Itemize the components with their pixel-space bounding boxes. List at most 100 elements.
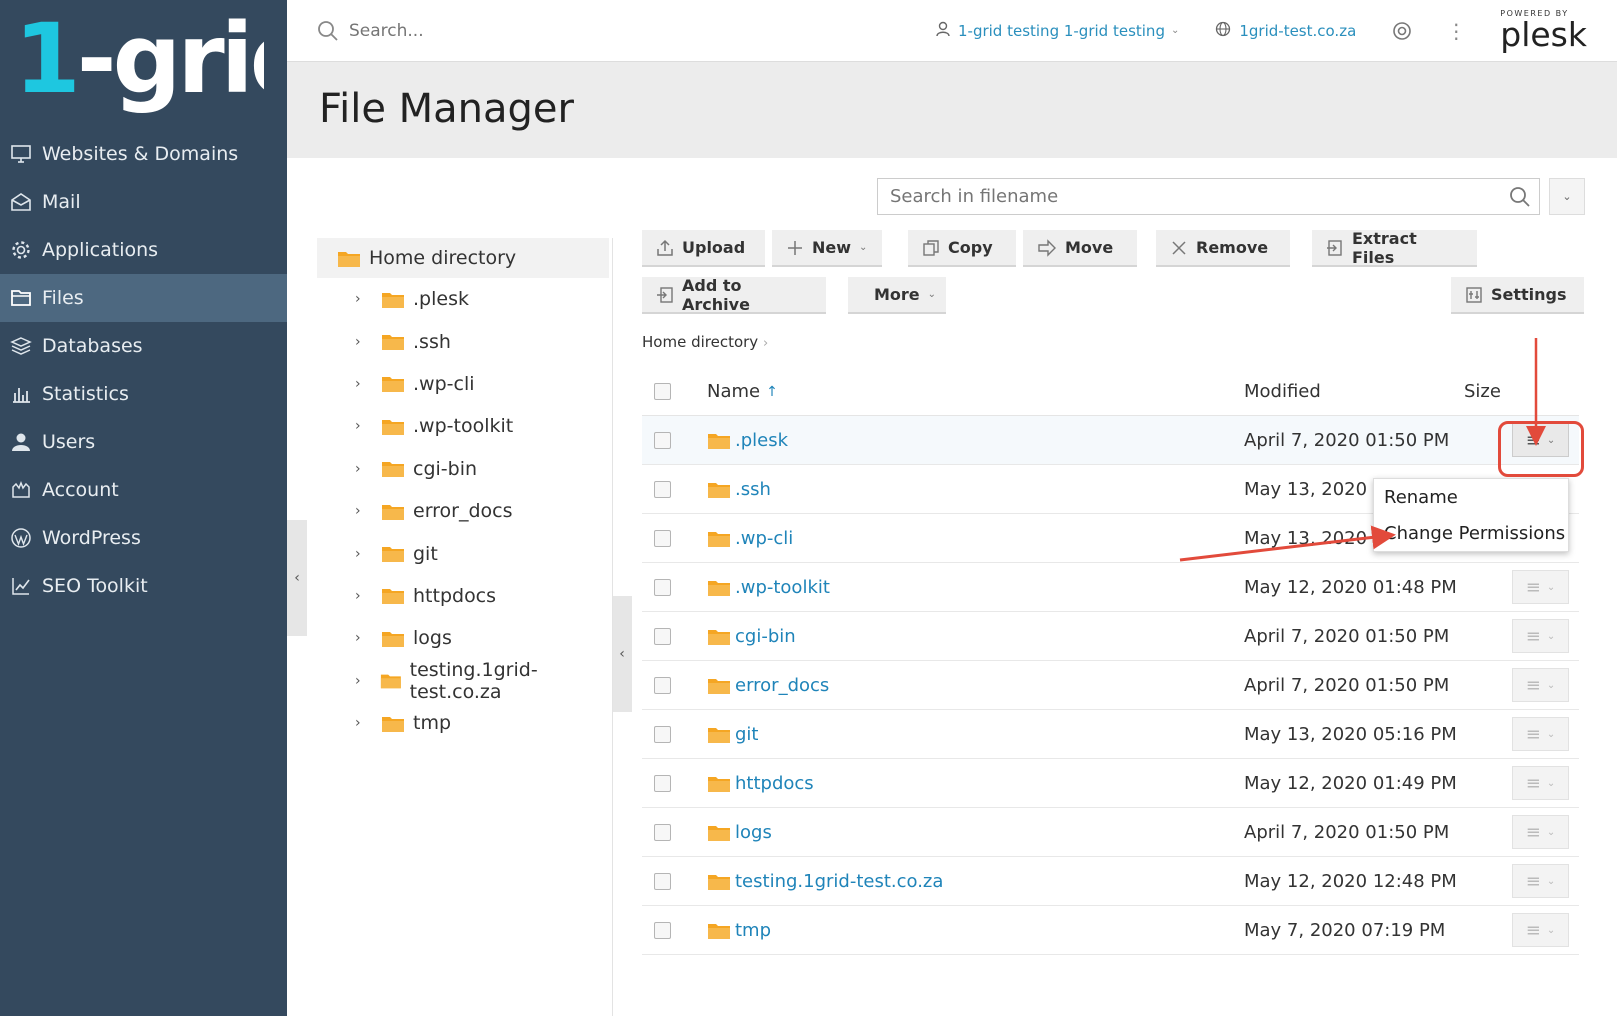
row-checkbox[interactable] <box>654 872 671 890</box>
size-column-header[interactable]: Size <box>1464 381 1544 402</box>
tree-item[interactable]: › logs <box>317 617 609 659</box>
table-row[interactable]: logs April 7, 2020 01:50 PM ≡ ⌄ <box>642 808 1579 857</box>
row-menu-button[interactable]: ≡ ⌄ <box>1512 619 1569 653</box>
row-checkbox[interactable] <box>654 725 671 743</box>
sidebar-item-files[interactable]: Files <box>0 274 287 322</box>
change-permissions-menu-item[interactable]: Change Permissions <box>1374 515 1568 551</box>
row-checkbox[interactable] <box>654 921 671 939</box>
more-vertical-icon[interactable]: ⋮ <box>1446 21 1466 41</box>
chevron-right-icon[interactable]: › <box>355 291 367 307</box>
tree-item[interactable]: › error_docs <box>317 490 609 532</box>
tree-item[interactable]: › cgi-bin <box>317 448 609 490</box>
name-column-header[interactable]: Name ↑ <box>707 381 1244 402</box>
table-row[interactable]: .wp-toolkit May 12, 2020 01:48 PM ≡ ⌄ <box>642 563 1579 612</box>
file-name-link[interactable]: .wp-cli <box>735 528 793 549</box>
modified-column-header[interactable]: Modified <box>1244 381 1464 402</box>
move-button[interactable]: Move <box>1023 230 1137 267</box>
chevron-right-icon[interactable]: › <box>355 461 367 477</box>
row-menu-button[interactable]: ≡ ⌄ <box>1512 815 1569 849</box>
domain-link[interactable]: 1grid-test.co.za <box>1215 21 1356 41</box>
tree-item[interactable]: › git <box>317 532 609 574</box>
chevron-right-icon[interactable]: › <box>355 503 367 519</box>
filename-search[interactable] <box>877 178 1540 215</box>
breadcrumb-home[interactable]: Home directory <box>642 333 758 351</box>
table-row[interactable]: tmp May 7, 2020 07:19 PM ≡ ⌄ <box>642 906 1579 955</box>
chevron-right-icon[interactable]: › <box>355 673 366 689</box>
sidebar-item-wordpress[interactable]: WordPress <box>0 514 287 562</box>
upload-button[interactable]: Upload <box>642 230 765 267</box>
file-name-link[interactable]: cgi-bin <box>735 626 796 647</box>
chevron-right-icon[interactable]: › <box>355 418 367 434</box>
tree-item[interactable]: › .plesk <box>317 278 609 320</box>
new-button[interactable]: New ⌄ <box>772 230 882 267</box>
row-menu-button[interactable]: ≡ ⌄ <box>1512 717 1569 751</box>
tree-item[interactable]: › .wp-cli <box>317 363 609 405</box>
more-button[interactable]: More ⌄ <box>848 277 946 314</box>
sidebar-item-users[interactable]: Users <box>0 418 287 466</box>
table-row[interactable]: httpdocs May 12, 2020 01:49 PM ≡ ⌄ <box>642 759 1579 808</box>
file-name-link[interactable]: testing.1grid-test.co.za <box>735 871 943 892</box>
chevron-right-icon[interactable]: › <box>355 715 367 731</box>
tree-item[interactable]: › testing.1grid-test.co.za <box>317 659 609 703</box>
file-name-link[interactable]: .plesk <box>735 430 788 451</box>
global-search[interactable] <box>317 20 577 42</box>
row-checkbox[interactable] <box>654 578 671 596</box>
row-checkbox[interactable] <box>654 774 671 792</box>
collapse-tree-button[interactable]: ‹ <box>612 596 632 712</box>
file-name-link[interactable]: .wp-toolkit <box>735 577 830 598</box>
global-search-input[interactable] <box>349 20 549 41</box>
row-checkbox[interactable] <box>654 480 671 498</box>
sidebar-item-account[interactable]: Account <box>0 466 287 514</box>
remove-button[interactable]: Remove <box>1156 230 1290 267</box>
brand-logo[interactable]: 1-grid <box>0 0 318 130</box>
row-checkbox[interactable] <box>654 823 671 841</box>
rename-menu-item[interactable]: Rename <box>1374 479 1568 515</box>
row-checkbox[interactable] <box>654 627 671 645</box>
tree-root[interactable]: Home directory <box>317 238 609 278</box>
collapse-sidebar-button[interactable]: ‹ <box>287 520 307 636</box>
user-menu[interactable]: 1-grid testing 1-grid testing ⌄ <box>936 21 1179 41</box>
tree-item[interactable]: › .wp-toolkit <box>317 405 609 447</box>
table-row[interactable]: .plesk April 7, 2020 01:50 PM ≡ ⌄ <box>642 416 1579 465</box>
tree-item[interactable]: › .ssh <box>317 320 609 362</box>
sidebar-item-seo-toolkit[interactable]: SEO Toolkit <box>0 562 287 610</box>
filename-search-input[interactable] <box>878 186 1509 207</box>
row-checkbox[interactable] <box>654 431 671 449</box>
chevron-right-icon[interactable]: › <box>355 546 367 562</box>
search-options-button[interactable]: ⌄ <box>1549 178 1585 215</box>
settings-button[interactable]: Settings <box>1451 277 1584 314</box>
tree-item[interactable]: › httpdocs <box>317 575 609 617</box>
add-to-archive-button[interactable]: Add to Archive <box>642 276 826 314</box>
chevron-right-icon[interactable]: › <box>355 334 367 350</box>
sidebar-item-websites-domains[interactable]: Websites & Domains <box>0 130 287 178</box>
row-menu-button[interactable]: ≡ ⌄ <box>1512 570 1569 604</box>
sidebar-item-statistics[interactable]: Statistics <box>0 370 287 418</box>
table-row[interactable]: git May 13, 2020 05:16 PM ≡ ⌄ <box>642 710 1579 759</box>
help-icon[interactable] <box>1392 21 1412 41</box>
file-name-link[interactable]: logs <box>735 822 772 843</box>
copy-button[interactable]: Copy <box>908 230 1016 267</box>
sidebar-item-databases[interactable]: Databases <box>0 322 287 370</box>
table-row[interactable]: error_docs April 7, 2020 01:50 PM ≡ ⌄ <box>642 661 1579 710</box>
chevron-right-icon[interactable]: › <box>355 588 367 604</box>
file-name-link[interactable]: git <box>735 724 758 745</box>
sidebar-item-mail[interactable]: Mail <box>0 178 287 226</box>
chevron-right-icon[interactable]: › <box>355 630 367 646</box>
row-menu-button[interactable]: ≡ ⌄ <box>1512 668 1569 702</box>
table-row[interactable]: cgi-bin April 7, 2020 01:50 PM ≡ ⌄ <box>642 612 1579 661</box>
file-name-link[interactable]: httpdocs <box>735 773 814 794</box>
table-row[interactable]: testing.1grid-test.co.za May 12, 2020 12:… <box>642 857 1579 906</box>
row-menu-button[interactable]: ≡ ⌄ <box>1512 864 1569 898</box>
extract-files-button[interactable]: Extract Files <box>1312 229 1477 267</box>
tree-item[interactable]: › tmp <box>317 702 609 744</box>
row-menu-button[interactable]: ≡ ⌄ <box>1512 913 1569 947</box>
file-name-link[interactable]: tmp <box>735 920 771 941</box>
search-icon[interactable] <box>1509 186 1531 208</box>
row-menu-button[interactable]: ≡ ⌄ <box>1512 766 1569 800</box>
row-checkbox[interactable] <box>654 529 671 547</box>
chevron-right-icon[interactable]: › <box>355 376 367 392</box>
sidebar-item-applications[interactable]: Applications <box>0 226 287 274</box>
row-checkbox[interactable] <box>654 676 671 694</box>
file-name-link[interactable]: error_docs <box>735 675 829 696</box>
file-name-link[interactable]: .ssh <box>735 479 771 500</box>
